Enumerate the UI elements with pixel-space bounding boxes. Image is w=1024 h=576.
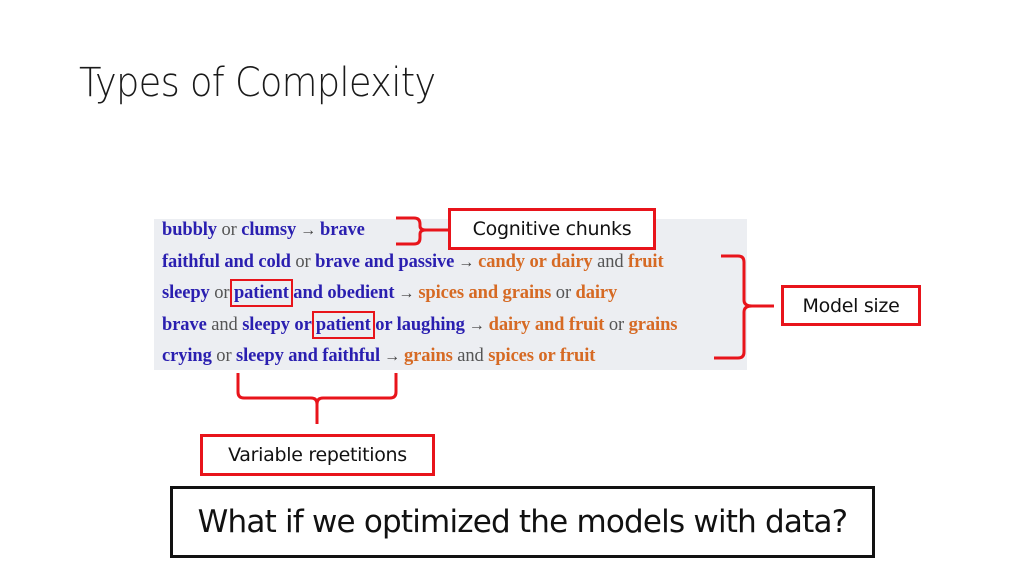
example-segment: bubbly [162,220,217,240]
model-size-label: Model size [781,285,921,326]
example-segment: spices or fruit [488,346,596,366]
example-segment: fruit [628,252,664,272]
highlighted-variable: patient [311,311,375,339]
example-segment: dairy and fruit [488,315,605,335]
example-segment: or [209,283,234,303]
example-segment: brave and passive [315,252,455,272]
example-segment: faithful and cold [162,252,291,272]
example-segment: sleepy [162,283,210,303]
example-segment: dairy [575,283,618,303]
example-segment: and obedient [288,283,395,303]
example-segment: spices and grains [418,283,552,303]
variable-repetitions-bracket [236,373,398,424]
example-line: crying or sleepy and faithful → grains and… [162,346,595,367]
arrow-icon: → [384,348,401,365]
example-segment: sleepy or [242,315,316,335]
example-segment: and [206,315,243,335]
example-segment: or [551,283,576,303]
example-segment: or [211,346,237,366]
example-segment: grains [404,346,453,366]
cognitive-chunks-label: Cognitive chunks [448,208,656,250]
example-segment: brave [162,315,207,335]
highlighted-variable: patient [229,279,293,307]
arrow-icon: → [458,254,475,271]
example-line: faithful and cold or brave and passive → c… [162,252,664,273]
example-line: bubbly or clumsy → brave [162,220,365,241]
slide-title: Types of Complexity [79,60,436,106]
example-segment: grains [628,315,678,335]
example-segment: brave [320,220,365,240]
example-segment: crying [162,346,212,366]
example-segment: and [452,346,489,366]
example-segment: or laughing [370,315,465,335]
example-segment: clumsy [241,220,297,240]
question-box: What if we optimized the models with dat… [170,486,875,558]
arrow-icon: → [398,285,415,302]
example-line: sleepy or patient and obedient → spices an… [162,279,618,307]
example-segment: sleepy and faithful [236,346,381,366]
example-segment: or [216,220,242,240]
arrow-icon: → [468,317,485,334]
example-segment: candy or dairy [478,252,593,272]
example-line: brave and sleepy or patient or laughing →… [162,311,678,339]
example-segment: or [604,315,629,335]
variable-repetitions-label: Variable repetitions [200,434,435,476]
arrow-icon: → [300,222,317,239]
example-segment: or [290,252,316,272]
example-segment: and [592,252,629,272]
